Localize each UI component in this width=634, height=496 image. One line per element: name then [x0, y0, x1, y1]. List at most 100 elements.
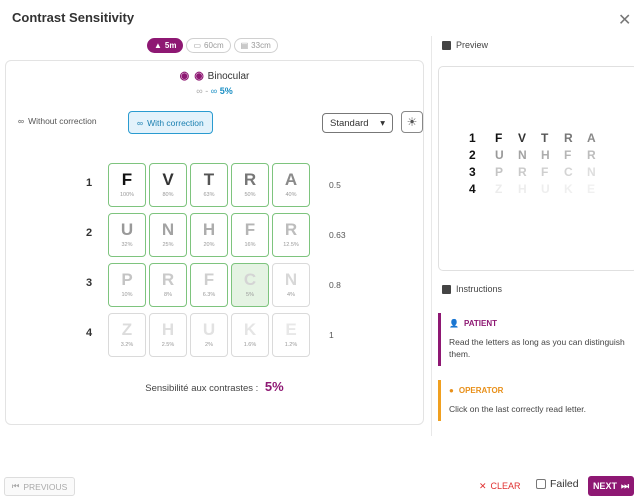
without-correction-button[interactable]: ∞ Without correction	[18, 116, 97, 126]
patient-text: Read the letters as long as you can dist…	[449, 337, 625, 359]
preview-letter: U	[541, 182, 550, 196]
patient-card: 👤 PATIENT Read the letters as long as yo…	[438, 313, 634, 366]
tile-percent: 10%	[121, 292, 133, 298]
row-tiles: U 32% N 25% H 20% F 16% R 12.5%	[108, 213, 310, 257]
letter-tile[interactable]: Z 3.2%	[108, 313, 146, 357]
checkbox-icon	[536, 479, 546, 489]
row-acuity-value: 0.63	[329, 230, 346, 240]
letter-tile[interactable]: R 12.5%	[272, 213, 310, 257]
tile-percent: 5%	[246, 292, 254, 298]
row-tiles: F 100% V 80% T 63% R 50% A 40%	[108, 163, 310, 207]
tile-letter: V	[162, 170, 174, 189]
preview-letter: R	[587, 148, 596, 162]
previous-label: PREVIOUS	[23, 481, 68, 492]
tile-percent: 80%	[162, 192, 174, 198]
tile-percent: 16%	[244, 242, 256, 248]
tile-percent: 8%	[164, 292, 172, 298]
letter-tile[interactable]: F 100%	[108, 163, 146, 207]
distance-pill-60cm[interactable]: ▭ 60cm	[186, 38, 231, 53]
distance-pill-5m[interactable]: ▲ 5m	[147, 38, 184, 53]
operator-label: ● OPERATOR	[449, 386, 634, 395]
mode-subtitle: ∞ - ∞ 5%	[6, 86, 423, 96]
tile-letter: H	[202, 220, 216, 239]
tile-percent: 2%	[205, 342, 213, 348]
letter-tile[interactable]: F 6.3%	[190, 263, 228, 307]
eyes-icon: ◉ ◉	[179, 70, 205, 82]
with-correction-button[interactable]: ∞ With correction	[128, 111, 213, 134]
next-label: NEXT	[592, 481, 617, 491]
letter-tile[interactable]: R 50%	[231, 163, 269, 207]
row-acuity-value: 0.8	[329, 280, 341, 290]
preview-row-number: 4	[469, 182, 476, 196]
dialog-title: Contrast Sensitivity	[12, 10, 135, 25]
letter-tile[interactable]: F 16%	[231, 213, 269, 257]
previous-button[interactable]: ⏮ PREVIOUS	[4, 477, 75, 496]
row-number: 1	[86, 177, 93, 189]
preview-letter: H	[541, 148, 550, 162]
preview-letter: N	[518, 148, 527, 162]
tile-letter: C	[243, 270, 257, 289]
without-label: Without correction	[28, 116, 97, 126]
letter-tile[interactable]: U 2%	[190, 313, 228, 357]
letter-tile[interactable]: K 1.6%	[231, 313, 269, 357]
letter-tile[interactable]: N 4%	[272, 263, 310, 307]
close-icon[interactable]: ✕	[618, 10, 631, 30]
tile-percent: 12.5%	[283, 242, 299, 248]
next-button[interactable]: NEXT ⏭	[588, 476, 634, 496]
tile-letter: A	[284, 170, 298, 189]
letter-tile[interactable]: P 10%	[108, 263, 146, 307]
select-value: Standard	[330, 117, 369, 129]
instructions-title: Instructions	[456, 284, 503, 294]
tile-percent: 63%	[203, 192, 215, 198]
tile-letter: F	[203, 270, 215, 289]
tile-letter: R	[161, 270, 175, 289]
preview-letter: R	[564, 131, 573, 145]
preview-letter: V	[518, 131, 527, 145]
tile-percent: 1.2%	[284, 342, 298, 348]
letter-tile[interactable]: C 5%	[231, 263, 269, 307]
skip-forward-icon: ⏭	[620, 480, 630, 491]
preview-row: 2 UNHF R	[469, 149, 610, 161]
glasses-icon: ∞	[18, 116, 25, 126]
tile-letter: U	[120, 220, 134, 239]
preview-letter: A	[587, 131, 596, 145]
preview-row: 3 PRF CN	[469, 166, 610, 178]
tile-percent: 100%	[119, 192, 135, 198]
tile-letter: N	[161, 220, 175, 239]
letter-tile[interactable]: H 20%	[190, 213, 228, 257]
letter-tile[interactable]: E 1.2%	[272, 313, 310, 357]
letter-tile[interactable]: V 80%	[149, 163, 187, 207]
patient-label: 👤 PATIENT	[449, 319, 634, 328]
standard-select[interactable]: Standard ▾	[322, 113, 393, 133]
preview-title: Preview	[456, 40, 489, 50]
mode-sub-value: 5%	[219, 86, 233, 96]
pill-label: 5m	[164, 41, 177, 50]
letter-tile[interactable]: A 40%	[272, 163, 310, 207]
preview-row: 1 F VT RA	[469, 132, 610, 144]
row-acuity-value: 1	[329, 330, 334, 340]
letter-tile[interactable]: H 2.5%	[149, 313, 187, 357]
tile-percent: 32%	[121, 242, 133, 248]
clear-button[interactable]: ✕ CLEAR	[479, 481, 521, 492]
preview-letter: F	[564, 148, 572, 162]
preview-letter: T	[541, 131, 549, 145]
preview-letter: F	[541, 165, 549, 179]
failed-checkbox[interactable]: Failed	[536, 478, 579, 490]
tile-percent: 2.5%	[161, 342, 175, 348]
preview-header: Preview	[442, 40, 488, 50]
letter-tile[interactable]: T 63%	[190, 163, 228, 207]
preview-row-number: 3	[469, 165, 476, 179]
letter-tile[interactable]: R 8%	[149, 263, 187, 307]
brightness-button[interactable]: ☀	[401, 111, 423, 133]
image-icon	[442, 40, 451, 50]
letter-tile[interactable]: U 32%	[108, 213, 146, 257]
failed-label: Failed	[550, 478, 579, 490]
letter-tile[interactable]: N 25%	[149, 213, 187, 257]
preview-letter: P	[495, 165, 504, 179]
instructions-header: Instructions	[442, 284, 502, 294]
preview-row-number: 1	[469, 131, 476, 145]
preview-letter: U	[495, 148, 504, 162]
distance-pill-33cm[interactable]: ▤ 33cm	[233, 38, 278, 53]
pill-label: 33cm	[251, 41, 271, 50]
glasses-icon: ∞	[137, 117, 144, 128]
